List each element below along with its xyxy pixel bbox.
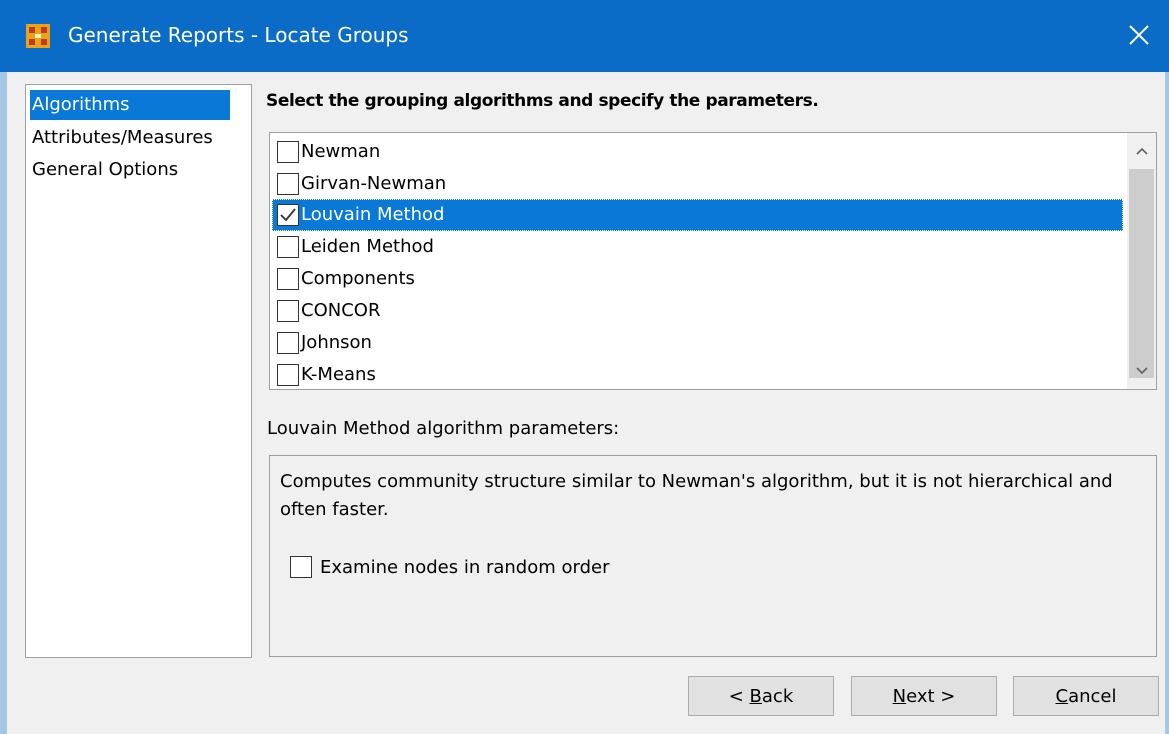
cancel-button-rest: ancel — [1068, 685, 1117, 707]
checkbox[interactable] — [277, 332, 299, 354]
app-logo-icon — [26, 24, 50, 48]
algorithm-description: Computes community structure similar to … — [280, 471, 1113, 520]
sidebar-item-algorithms[interactable]: Algorithms — [30, 90, 230, 120]
random-order-option[interactable]: Examine nodes in random order — [290, 552, 609, 582]
cancel-button-mnemonic: C — [1055, 685, 1069, 707]
algorithm-item-concor[interactable]: CONCOR — [272, 295, 1123, 327]
algorithm-label: Louvain Method — [301, 204, 445, 225]
algorithm-label: Leiden Method — [301, 236, 434, 257]
window-border-right — [1165, 72, 1169, 734]
algorithm-item-newman[interactable]: Newman — [272, 136, 1123, 168]
algorithm-item-girvan-newman[interactable]: Girvan-Newman — [272, 168, 1123, 200]
sidebar-item-general-options[interactable]: General Options — [30, 155, 178, 185]
algorithm-list: Newman Girvan-Newman Louvain Method Leid… — [269, 132, 1157, 390]
back-button-prefix: < — [728, 685, 750, 707]
section-heading: Select the grouping algorithms and speci… — [266, 91, 819, 111]
chevron-down-icon — [1135, 367, 1148, 375]
algorithm-label: Girvan-Newman — [301, 173, 447, 194]
window-title: Generate Reports - Locate Groups — [68, 23, 409, 47]
algorithm-list-scrollbar[interactable] — [1127, 133, 1156, 389]
close-icon — [1129, 25, 1149, 45]
next-button-rest: ext > — [906, 685, 956, 707]
next-button[interactable]: Next > — [851, 676, 997, 716]
sidebar: Algorithms Attributes/Measures General O… — [25, 84, 252, 658]
parameters-label: Louvain Method algorithm parameters: — [267, 418, 620, 439]
back-button[interactable]: < Back — [688, 676, 834, 716]
checkbox[interactable] — [290, 556, 312, 578]
title-bar: Generate Reports - Locate Groups — [0, 0, 1169, 72]
algorithm-item-louvain-method[interactable]: Louvain Method — [272, 199, 1123, 231]
checkbox[interactable] — [277, 173, 299, 195]
checkbox[interactable] — [277, 300, 299, 322]
algorithm-label: CONCOR — [301, 300, 381, 321]
window-border-left — [0, 72, 7, 734]
algorithm-item-components[interactable]: Components — [272, 263, 1123, 295]
algorithm-label: K-Means — [301, 364, 376, 385]
chevron-up-icon — [1135, 147, 1148, 155]
scroll-up-button[interactable] — [1127, 133, 1156, 169]
checkbox[interactable] — [277, 268, 299, 290]
sidebar-item-attributes-measures[interactable]: Attributes/Measures — [30, 123, 213, 153]
cancel-button[interactable]: Cancel — [1013, 676, 1159, 716]
algorithm-item-johnson[interactable]: Johnson — [272, 327, 1123, 359]
algorithm-label: Newman — [301, 141, 381, 162]
algorithm-label: Johnson — [301, 332, 372, 353]
scrollbar-thumb[interactable] — [1129, 169, 1154, 378]
next-button-mnemonic: N — [892, 685, 907, 707]
checkbox[interactable] — [277, 141, 299, 163]
checkbox[interactable] — [277, 364, 299, 386]
checkbox[interactable] — [277, 236, 299, 258]
scroll-down-button[interactable] — [1127, 353, 1156, 389]
algorithm-label: Components — [301, 268, 415, 289]
algorithm-item-k-means[interactable]: K-Means — [272, 359, 1123, 389]
checkmark-icon — [280, 208, 296, 222]
parameters-panel: Computes community structure similar to … — [269, 455, 1157, 657]
algorithm-item-leiden-method[interactable]: Leiden Method — [272, 231, 1123, 263]
back-button-mnemonic: B — [749, 685, 762, 707]
back-button-rest: ack — [761, 685, 794, 707]
close-button[interactable] — [1118, 14, 1160, 56]
checkbox-checked[interactable] — [277, 204, 299, 226]
random-order-label: Examine nodes in random order — [320, 556, 610, 578]
